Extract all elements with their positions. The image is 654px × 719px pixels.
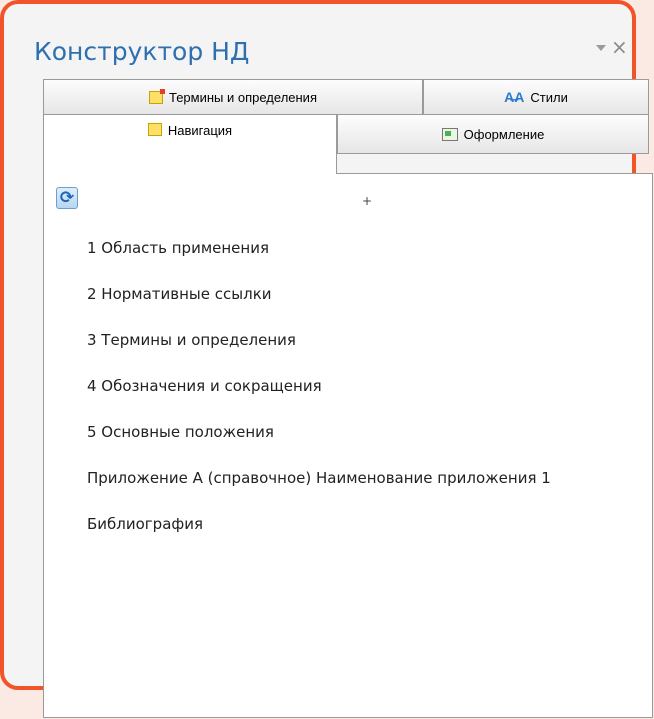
list-item[interactable]: 5 Основные положения (87, 423, 551, 469)
expand-plus-icon[interactable]: + (362, 194, 372, 208)
close-icon[interactable]: × (611, 35, 628, 59)
list-item[interactable]: 3 Термины и определения (87, 331, 551, 377)
styles-icon: A̶A (504, 89, 525, 105)
tab-label: Стили (530, 89, 568, 105)
tab-label: Оформление (463, 126, 545, 142)
list-item[interactable]: Библиография (87, 515, 551, 561)
list-item[interactable]: Приложение А (справочное) Наименование п… (87, 469, 551, 515)
tab-formatting[interactable]: Оформление (337, 114, 649, 154)
tab-navigation[interactable]: Навигация (43, 114, 337, 174)
refresh-icon: ⟳ (59, 187, 75, 208)
panel-title: Конструктор НД (34, 37, 250, 66)
tab-label: Термины и определения (168, 89, 317, 105)
tab-label: Навигация (167, 123, 233, 138)
note-icon (148, 88, 165, 104)
tab-terms-definitions[interactable]: Термины и определения (43, 79, 423, 115)
list-item[interactable]: 4 Обозначения и сокращения (87, 377, 551, 423)
note-icon (147, 123, 162, 136)
list-item[interactable]: 2 Нормативные ссылки (87, 285, 551, 331)
tab-styles[interactable]: A̶A Стили (423, 79, 649, 115)
list-item[interactable]: 1 Область применения (87, 239, 551, 285)
tab-area: Термины и определения A̶A Стили Навигаци… (39, 79, 654, 719)
refresh-button[interactable]: ⟳ (56, 187, 78, 209)
panel-title-bar: Конструктор НД × (4, 4, 632, 74)
navigation-list: 1 Область применения 2 Нормативные ссылк… (87, 239, 551, 561)
panel-options-dropdown-icon[interactable] (596, 45, 606, 51)
docked-panel-frame: Конструктор НД × Термины и определения A… (0, 0, 653, 718)
format-icon (441, 127, 458, 141)
